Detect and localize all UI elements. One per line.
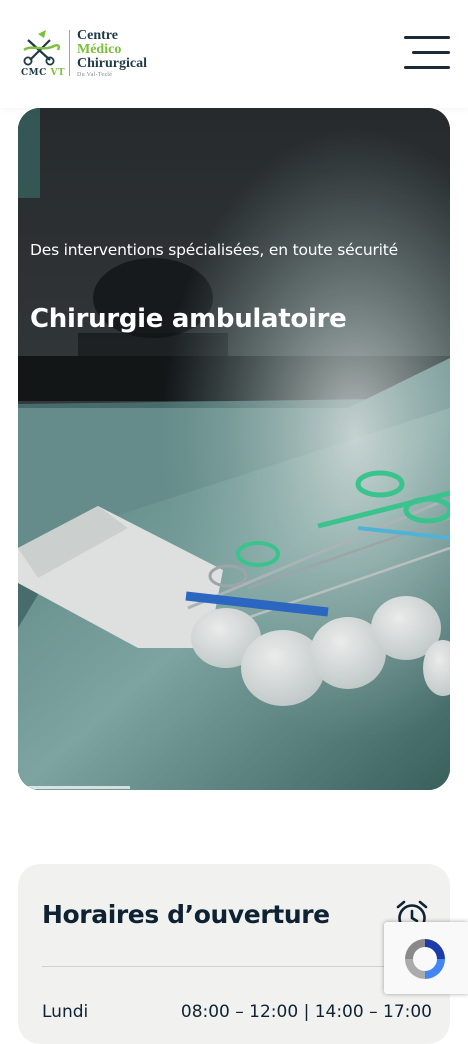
logo-abbr-right: VT	[50, 68, 66, 78]
opening-hours-row: Lundi 08:00 – 12:00 | 14:00 – 17:00	[42, 1002, 432, 1022]
logo-separator	[69, 30, 70, 76]
recaptcha-badge[interactable]	[384, 922, 468, 994]
hero-slide-progress-bar	[18, 786, 131, 789]
hero-slide[interactable]: Des interventions spécialisées, en toute…	[18, 108, 450, 790]
hero-title: Chirurgie ambulatoire	[30, 304, 347, 334]
opening-hours-time: 08:00 – 12:00 | 14:00 – 17:00	[180, 1002, 432, 1022]
opening-hours-day: Lundi	[42, 1002, 89, 1022]
site-header: CMC VT Centre Médico Chirurgical Du Val-…	[0, 0, 468, 108]
logo-abbr-left: CMC	[21, 68, 47, 78]
logo-line-2: Médico	[77, 42, 122, 57]
hamburger-menu-icon[interactable]	[404, 34, 452, 72]
recaptcha-icon	[405, 939, 445, 979]
site-logo[interactable]: CMC VT Centre Médico Chirurgical Du Val-…	[20, 26, 170, 82]
opening-hours-divider	[42, 966, 426, 967]
hero-subtitle: Des interventions spécialisées, en toute…	[30, 241, 398, 259]
logo-abbreviation: CMC VT	[21, 68, 65, 78]
logo-wordmark: Centre Médico Chirurgical Du Val-Tezlé	[77, 29, 147, 79]
logo-line-3: Chirurgical	[77, 56, 147, 71]
logo-line-1: Centre	[77, 28, 118, 43]
opening-hours-title: Horaires d’ouverture	[42, 900, 330, 929]
hero-surgery-photo	[18, 108, 450, 790]
logo-line-4: Du Val-Tezlé	[77, 72, 113, 78]
